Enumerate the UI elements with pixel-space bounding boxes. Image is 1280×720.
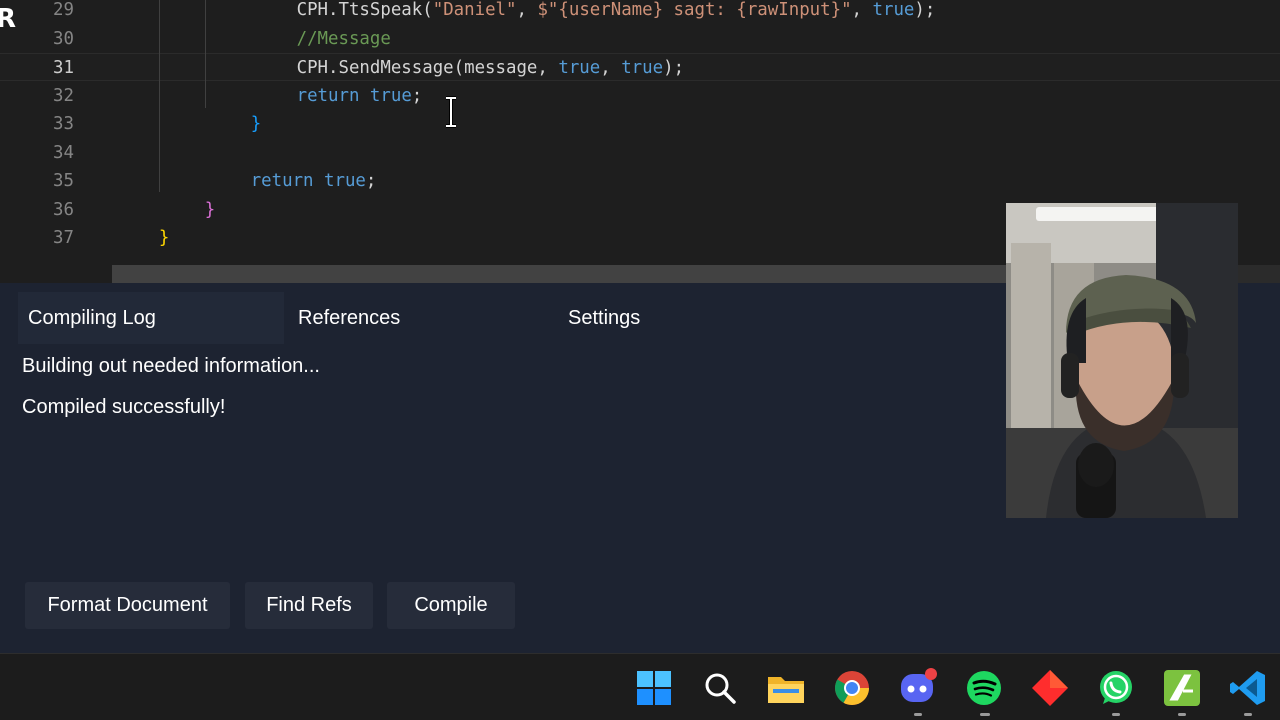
code-line[interactable]: 32 return true;: [0, 82, 1280, 110]
code-line[interactable]: 33}: [0, 110, 1280, 138]
code-token: true: [558, 58, 601, 78]
line-number: 35: [53, 171, 74, 191]
code-token: ;: [365, 171, 377, 191]
file-explorer-icon[interactable]: [766, 668, 806, 708]
code-token: "Daniel": [432, 0, 517, 20]
code-line[interactable]: 31 CPH.SendMessage(message, true, true);: [0, 53, 1280, 81]
line-number: 29: [53, 0, 74, 20]
code-token: true: [621, 58, 664, 78]
code-text: }: [205, 196, 215, 224]
code-token: true: [872, 0, 915, 20]
code-line[interactable]: 35 return true;: [0, 167, 1280, 195]
tab-compiling-log[interactable]: Compiling Log: [18, 292, 284, 344]
horizontal-scrollbar-thumb[interactable]: [112, 265, 1012, 283]
code-token: }: [204, 199, 216, 220]
find-refs-button[interactable]: Find Refs: [245, 582, 373, 629]
code-line[interactable]: 34: [0, 139, 1280, 167]
code-token: true: [324, 171, 366, 191]
windows-start-icon[interactable]: [634, 668, 674, 708]
line-number: 36: [53, 199, 74, 220]
log-line: Compiled successfully!: [22, 396, 226, 418]
chrome-icon[interactable]: [832, 668, 872, 708]
tab-settings[interactable]: Settings: [558, 292, 798, 344]
code-line[interactable]: 29 CPH.TtsSpeak("Daniel", $"{userName} sa…: [0, 0, 1280, 24]
code-token: ;: [411, 85, 423, 106]
code-token: }: [250, 114, 262, 134]
indent-guide: [205, 0, 206, 108]
code-token: ,: [516, 0, 538, 20]
code-token: ,: [600, 58, 622, 78]
code-token: );: [663, 58, 685, 78]
green-app-icon[interactable]: [1162, 668, 1202, 708]
format-document-button[interactable]: Format Document: [25, 582, 230, 629]
code-text: CPH.SendMessage(message, true, true);: [297, 54, 684, 82]
compile-button[interactable]: Compile: [387, 582, 515, 629]
taskbar-running-indicator: [980, 713, 990, 716]
code-line[interactable]: 30 //Message: [0, 25, 1280, 53]
tab-references[interactable]: References: [288, 292, 528, 344]
code-text: CPH.TtsSpeak("Daniel", $"{userName} sagt…: [297, 0, 936, 24]
code-token: return: [296, 85, 360, 106]
code-token: true: [369, 85, 412, 106]
discord-icon[interactable]: [898, 668, 938, 708]
log-line: Building out needed information...: [22, 355, 320, 377]
search-icon[interactable]: [700, 668, 740, 708]
text-cursor-icon: [446, 96, 456, 128]
line-number: 34: [53, 142, 74, 163]
code-token: }: [158, 228, 170, 248]
code-token: //Message: [296, 28, 391, 49]
spotify-icon[interactable]: [964, 668, 1004, 708]
line-number: 32: [53, 85, 74, 106]
line-number: 31: [53, 58, 74, 78]
webcam-overlay: [1006, 203, 1238, 518]
code-token: ,: [851, 0, 873, 20]
line-number: 33: [53, 114, 74, 134]
red-diamond-app-icon[interactable]: [1030, 668, 1070, 708]
code-text: //Message: [297, 25, 391, 53]
whatsapp-icon[interactable]: [1096, 668, 1136, 708]
indent-guide: [159, 0, 160, 192]
code-token: );: [914, 0, 936, 20]
code-token: return: [250, 171, 314, 191]
taskbar-running-indicator: [1178, 713, 1186, 716]
taskbar-running-indicator: [914, 713, 922, 716]
code-token: CPH.SendMessage(message,: [296, 58, 559, 78]
line-number: 30: [53, 28, 74, 49]
code-text: }: [251, 110, 261, 138]
code-text: return true;: [251, 167, 377, 195]
vscode-icon[interactable]: [1228, 668, 1268, 708]
code-token: CPH.TtsSpeak(: [296, 0, 433, 20]
code-text: }: [159, 224, 169, 252]
taskbar-running-indicator: [1244, 713, 1252, 716]
code-token: $"{userName} sagt: {rawInput}": [537, 0, 852, 20]
taskbar-running-indicator: [1112, 713, 1120, 716]
taskbar: [0, 653, 1280, 720]
line-number: 37: [53, 228, 74, 248]
code-text: return true;: [297, 82, 423, 110]
compile-log: Building out needed information... Compi…: [22, 353, 320, 435]
